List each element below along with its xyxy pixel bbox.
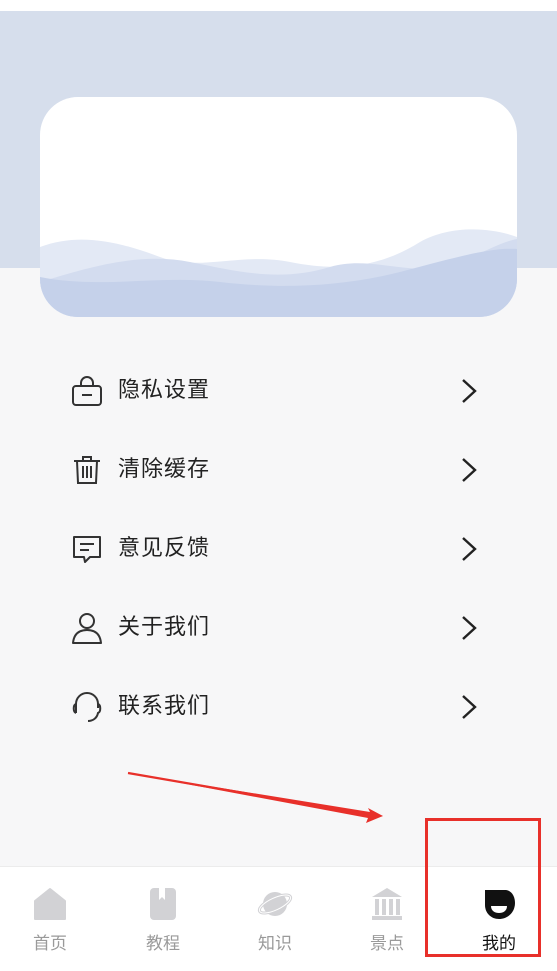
feedback-message-icon: [73, 536, 101, 563]
tab-label: 首页: [33, 934, 67, 954]
chevron-right-icon: [462, 616, 477, 640]
user-icon: [72, 613, 102, 644]
tab-mine[interactable]: 我的: [454, 867, 544, 971]
menu-item-feedback[interactable]: 意见反馈: [0, 510, 557, 589]
lock-bag-icon: [72, 376, 102, 406]
profile-card[interactable]: [40, 97, 517, 317]
book-icon: [150, 888, 176, 920]
tab-knowledge[interactable]: 知识: [230, 867, 320, 971]
menu-item-about[interactable]: 关于我们: [0, 589, 557, 668]
tab-label: 我的: [482, 934, 516, 954]
menu-item-contact[interactable]: 联系我们: [0, 668, 557, 747]
planet-icon: [257, 892, 293, 916]
home-icon: [34, 888, 66, 920]
chevron-right-icon: [462, 537, 477, 561]
menu-item-label: 隐私设置: [118, 378, 211, 403]
tab-attractions[interactable]: 景点: [342, 867, 432, 971]
tab-tutorial[interactable]: 教程: [118, 867, 208, 971]
trash-icon: [74, 456, 100, 484]
menu-item-label: 关于我们: [118, 615, 211, 640]
tab-label: 景点: [370, 934, 404, 954]
chevron-right-icon: [462, 458, 477, 482]
menu-item-label: 清除缓存: [118, 457, 211, 482]
chevron-right-icon: [462, 379, 477, 403]
menu-item-privacy[interactable]: 隐私设置: [0, 352, 557, 431]
wave-decoration: [40, 229, 517, 317]
menu-item-label: 意见反馈: [118, 536, 211, 561]
tab-label: 教程: [146, 934, 180, 954]
tab-home[interactable]: 首页: [5, 867, 95, 971]
headset-icon: [72, 692, 102, 722]
menu-item-label: 联系我们: [118, 694, 211, 719]
tab-label: 知识: [258, 934, 292, 954]
chevron-right-icon: [462, 695, 477, 719]
bottom-tab-bar: 首页 教程 知识 景点 我的: [0, 866, 557, 971]
status-strip: [0, 0, 557, 11]
temple-icon: [372, 888, 402, 920]
profile-icon: [485, 890, 515, 919]
menu-item-clear-cache[interactable]: 清除缓存: [0, 431, 557, 510]
